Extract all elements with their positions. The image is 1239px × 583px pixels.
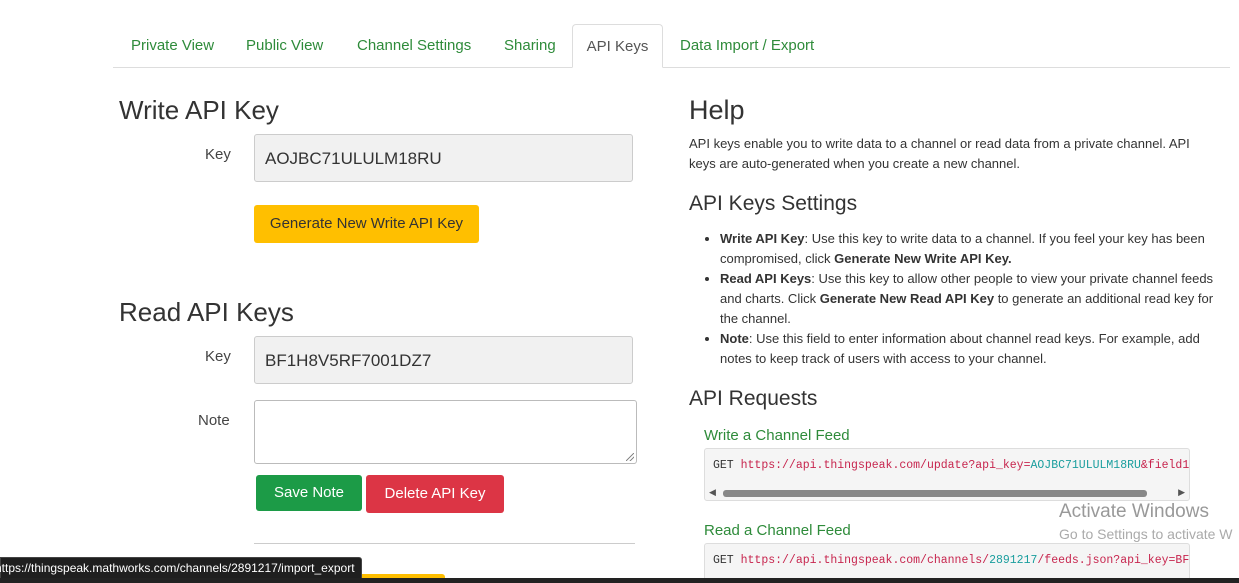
activation-watermark-title: Activate Windows [1059, 501, 1209, 522]
write-feed-code: GET https://api.thingspeak.com/update?ap… [704, 448, 1190, 501]
status-url: https://thingspeak.mathworks.com/channel… [0, 561, 355, 575]
scroll-left-icon[interactable]: ◀ [709, 487, 716, 498]
save-note-button[interactable]: Save Note [256, 475, 362, 511]
generate-write-key-button[interactable]: Generate New Write API Key [254, 205, 479, 243]
read-api-keys-heading: Read API Keys [119, 297, 294, 327]
read-feed-request: GET https://api.thingspeak.com/channels/… [713, 554, 1190, 567]
write-key-label: Key [205, 146, 231, 163]
section-divider [254, 543, 635, 544]
delete-api-key-button[interactable]: Delete API Key [366, 475, 504, 513]
activation-watermark-subtitle: Go to Settings to activate W [1059, 526, 1233, 542]
tab-api-keys[interactable]: API Keys [572, 24, 663, 68]
write-api-key-heading: Write API Key [119, 95, 279, 125]
read-feed-code: GET https://api.thingspeak.com/channels/… [704, 543, 1190, 583]
read-feed-link[interactable]: Read a Channel Feed [704, 522, 851, 539]
tab-data-import-export[interactable]: Data Import / Export [680, 24, 814, 66]
note-label: Note [198, 412, 230, 429]
note-textarea[interactable] [254, 400, 637, 464]
list-item: Write API Key: Use this key to write dat… [720, 229, 1220, 269]
write-feed-link[interactable]: Write a Channel Feed [704, 427, 850, 444]
write-api-key-field[interactable]: AOJBC71ULULM18RU [254, 134, 633, 182]
list-item: Read API Keys: Use this key to allow oth… [720, 269, 1220, 329]
resize-grip-icon[interactable] [626, 453, 634, 461]
api-requests-heading: API Requests [689, 387, 818, 410]
scroll-right-icon[interactable]: ▶ [1178, 487, 1185, 498]
write-feed-request: GET https://api.thingspeak.com/update?ap… [713, 459, 1190, 472]
tab-channel-settings[interactable]: Channel Settings [357, 24, 471, 66]
list-item: Note: Use this field to enter informatio… [720, 329, 1220, 369]
tab-private-view[interactable]: Private View [131, 24, 214, 66]
channel-tabs: Private View Public View Channel Setting… [113, 24, 1230, 68]
tab-sharing[interactable]: Sharing [504, 24, 556, 66]
read-key-label: Key [205, 348, 231, 365]
link-status-bar: https://thingspeak.mathworks.com/channel… [0, 557, 362, 580]
read-api-key-field[interactable]: BF1H8V5RF7001DZ7 [254, 336, 633, 384]
help-heading: Help [689, 95, 745, 125]
scrollbar-thumb[interactable] [723, 490, 1147, 497]
api-keys-settings-heading: API Keys Settings [689, 192, 858, 215]
settings-list: Write API Key: Use this key to write dat… [702, 229, 1220, 369]
horizontal-scrollbar[interactable]: ◀ ▶ [707, 487, 1187, 498]
tab-public-view[interactable]: Public View [246, 24, 323, 66]
help-intro: API keys enable you to write data to a c… [689, 136, 1190, 171]
taskbar [0, 578, 1239, 583]
